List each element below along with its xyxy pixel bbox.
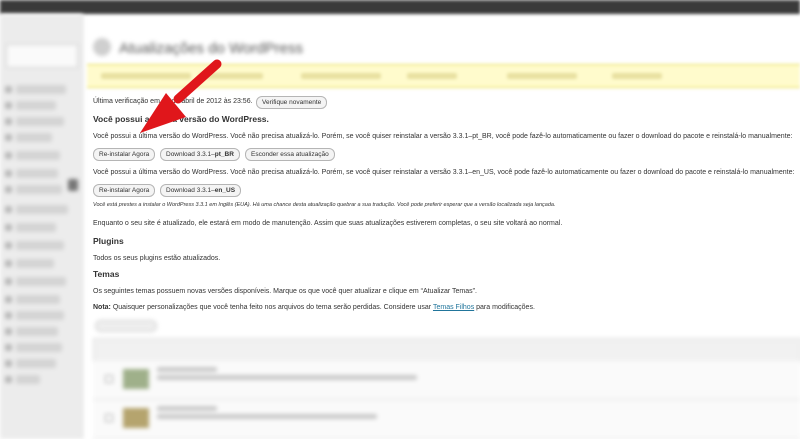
sidebar-icon (5, 170, 12, 177)
plugins-status-text: Todos os seus plugins estão atualizados. (93, 255, 221, 262)
sidebar-icon (5, 134, 12, 141)
sidebar-item[interactable] (16, 117, 64, 126)
en-us-reinstall-text: Você possui a última versão do WordPress… (93, 169, 795, 176)
sidebar-icon (5, 376, 12, 383)
row-checkbox[interactable] (105, 414, 113, 422)
sidebar-item[interactable] (16, 359, 56, 368)
sidebar-icon (5, 242, 12, 249)
sidebar-icon (5, 260, 12, 267)
last-checked-text: Última verificação em 18 de abril de 201… (93, 98, 253, 105)
sidebar-item[interactable] (16, 169, 58, 178)
maintenance-text: Enquanto o seu site é atualizado, ele es… (93, 220, 563, 227)
page-title: Atualizações do WordPress (119, 40, 303, 57)
sidebar-icon (5, 224, 12, 231)
page-header: Atualizações do WordPress (93, 38, 453, 64)
reinstall-en-us-button[interactable]: Re-instalar Agora (93, 184, 156, 197)
themes-update-table (87, 318, 800, 439)
sidebar-count-badge (68, 179, 78, 191)
sidebar-item[interactable] (16, 101, 56, 110)
sidebar-icon (5, 186, 12, 193)
table-row (93, 361, 800, 400)
sidebar-dashboard-block[interactable] (6, 44, 78, 68)
hide-update-button[interactable]: Esconder essa atualização (245, 148, 335, 161)
update-notice-bar (87, 64, 800, 88)
sidebar-icon (5, 206, 12, 213)
admin-sidebar (0, 14, 83, 439)
sidebar-icon (5, 328, 12, 335)
themes-note: Nota: Quaisquer personalizações que você… (93, 304, 535, 311)
note-label: Nota: (93, 304, 111, 311)
pt-br-reinstall-text: Você possui a última versão do WordPress… (93, 133, 793, 140)
sidebar-icon (5, 296, 12, 303)
sidebar-item[interactable] (16, 375, 40, 384)
sidebar-icon (5, 312, 12, 319)
sidebar-item[interactable] (16, 241, 64, 250)
update-themes-button[interactable] (95, 320, 157, 332)
sidebar-icon (5, 152, 12, 159)
download-en-us-button[interactable]: Download 3.3.1–en_US (160, 184, 242, 197)
table-row (93, 400, 800, 439)
plugins-heading: Plugins (93, 236, 124, 246)
sidebar-item[interactable] (16, 259, 54, 268)
sidebar-item[interactable] (16, 343, 62, 352)
table-header (93, 338, 800, 362)
themes-heading: Temas (93, 269, 120, 279)
sidebar-item[interactable] (16, 223, 56, 232)
sidebar-item[interactable] (16, 327, 58, 336)
sidebar-icon (5, 278, 12, 285)
sidebar-item[interactable] (16, 151, 60, 160)
updates-icon (93, 38, 111, 56)
sidebar-icon (5, 86, 12, 93)
sidebar-item[interactable] (16, 295, 60, 304)
theme-thumbnail (123, 369, 149, 389)
download-pt-br-button[interactable]: Download 3.3.1–pt_BR (160, 148, 240, 161)
theme-thumbnail (123, 408, 149, 428)
sidebar-icon (5, 344, 12, 351)
sidebar-icon (5, 118, 12, 125)
sidebar-item[interactable] (16, 277, 66, 286)
reinstall-pt-br-button[interactable]: Re-instalar Agora (93, 148, 156, 161)
admin-bar (0, 0, 800, 14)
sidebar-item[interactable] (16, 311, 64, 320)
sidebar-item[interactable] (16, 185, 62, 194)
sidebar-item[interactable] (16, 205, 68, 214)
row-checkbox[interactable] (105, 375, 113, 383)
sidebar-icon (5, 360, 12, 367)
themes-text: Os seguintes temas possuem novas versões… (93, 288, 477, 295)
sidebar-icon (5, 102, 12, 109)
sidebar-item[interactable] (16, 133, 52, 142)
child-themes-link[interactable]: Temas Filhos (433, 304, 474, 311)
core-heading: Você possui a última versão do WordPress… (93, 114, 269, 124)
sidebar-item[interactable] (16, 85, 66, 94)
check-again-button[interactable]: Verifique novamente (256, 96, 328, 109)
en-us-warning-note: Você está prestes a instalar o WordPress… (93, 202, 556, 208)
